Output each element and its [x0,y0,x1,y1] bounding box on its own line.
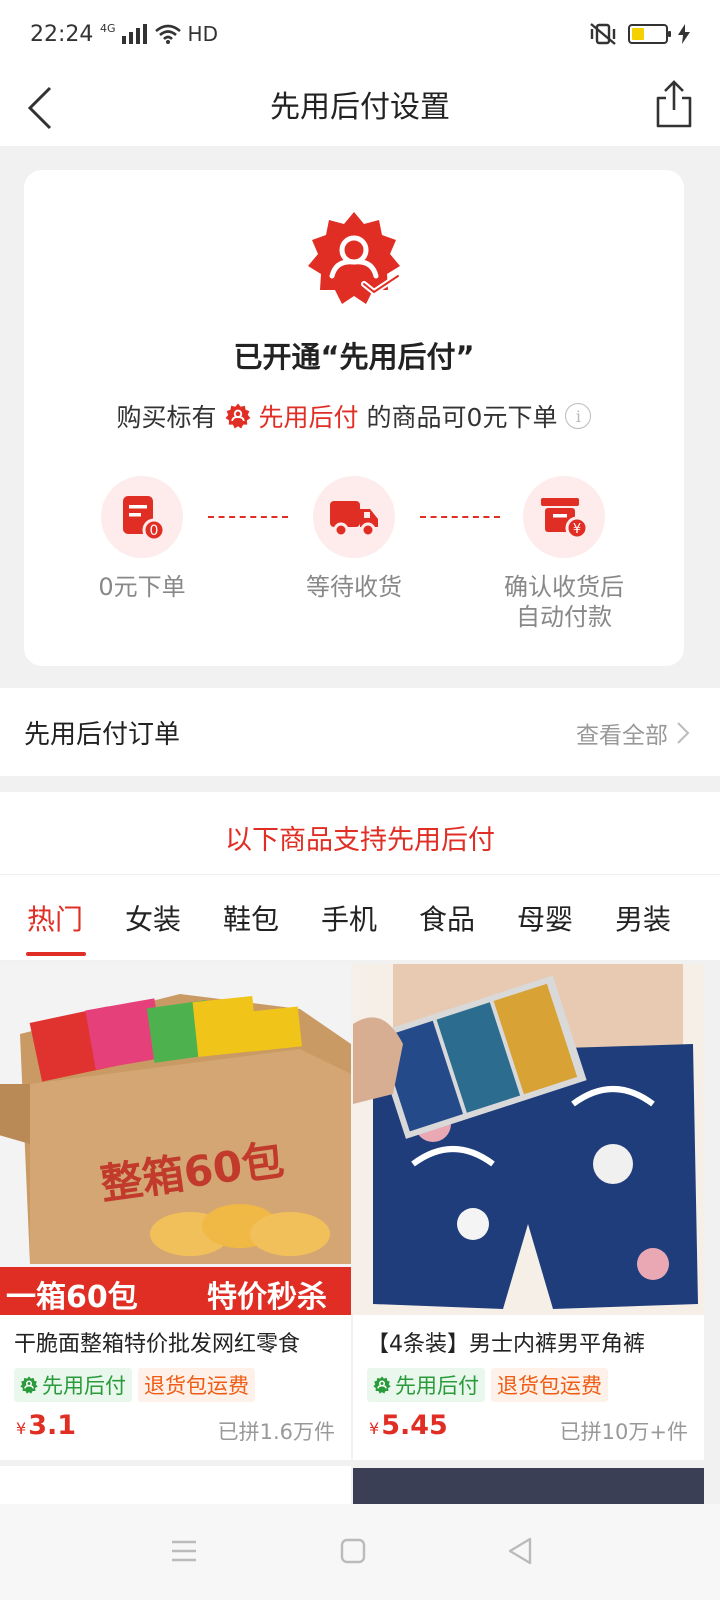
system-nav-bar [0,1504,720,1600]
document-zero-icon: 0 [123,496,166,542]
page-title: 先用后付设置 [270,90,450,125]
category-tabs: 热门 女装 鞋包 手机 食品 母婴 男装 [0,876,720,956]
tab-shoes-bags[interactable]: 鞋包 [223,898,279,938]
product-card-peek [0,1466,351,1506]
wallet-yen-icon: ¥ [541,498,589,540]
truck-icon [330,501,378,538]
pay-later-badge-icon [308,212,401,304]
supported-products-section: 以下商品支持先用后付 热门 女装 鞋包 手机 食品 母婴 男装 [0,792,720,960]
nav-header: 先用后付设置 [0,70,720,146]
orders-title: 先用后付订单 [24,720,181,750]
divider [0,874,720,875]
product-price: ¥5.45 [369,1410,448,1441]
next-products-peek [0,1466,720,1506]
tab-women[interactable]: 女装 [125,898,181,938]
product-name: 【4条装】男士内裤男平角裤 [367,1332,645,1357]
product-card-peek [353,1468,704,1506]
tab-phones[interactable]: 手机 [321,898,377,938]
banner-left-text: 一箱60包 [6,1280,138,1315]
view-all-label: 查看全部 [576,723,668,749]
back-nav-icon[interactable] [506,1536,534,1566]
status-time: 22:24 [30,22,94,47]
info-icon[interactable]: i [565,403,592,429]
steps-flow: 0 0元下单 等待收货 ¥ 确认收货后 自动付款 [24,476,684,636]
subtitle-prefix: 购买标有 [116,403,217,432]
product-card[interactable]: 整箱60包 一箱60包 特价秒杀 干脆面整箱特价批发网红零食 先用后付 退货包运… [0,964,351,1460]
pay-later-orders-row[interactable]: 先用后付订单 查看全部 [0,688,720,776]
product-grid: 整箱60包 一箱60包 特价秒杀 干脆面整箱特价批发网红零食 先用后付 退货包运… [0,964,720,1464]
product-name: 干脆面整箱特价批发网红零食 [14,1332,301,1357]
subtitle-highlight: 先用后付 [258,403,359,432]
network-label: 4G [100,21,116,35]
home-icon[interactable] [340,1538,366,1564]
product-image: 整箱60包 一箱60包 特价秒杀 [0,964,351,1315]
status-right [588,22,690,46]
status-bar: 22:24 4G HD [0,0,720,70]
step-pay-label-line2: 自动付款 [516,603,612,631]
product-tags: 先用后付 退货包运费 [14,1368,255,1402]
sold-count: 已拼10万+件 [559,1420,688,1444]
step-pay-circle: ¥ [523,476,605,558]
currency-symbol: ¥ [369,1419,380,1438]
share-icon[interactable] [652,76,696,132]
pay-later-tag-label: 先用后付 [395,1374,479,1398]
cell-signal-icon [121,24,147,44]
free-return-tag: 退货包运费 [138,1368,255,1402]
noodle-box-image: 整箱60包 [0,994,351,1315]
tab-food[interactable]: 食品 [419,898,475,938]
step-pay: ¥ 确认收货后 自动付款 [474,476,654,632]
pay-later-mini-icon [373,1376,391,1394]
step-order-circle: 0 [101,476,183,558]
price-value: 3.1 [28,1410,77,1441]
tab-hot[interactable]: 热门 [27,898,83,938]
card-subtitle: 购买标有 先用后付 的商品可0元下单 i [24,398,684,434]
pay-later-tag: 先用后付 [14,1368,132,1402]
active-tab-indicator [26,952,86,956]
section-title: 以下商品支持先用后付 [225,825,495,856]
pay-later-mini-icon [225,403,250,429]
banner-right-text: 特价秒杀 [207,1280,327,1315]
wifi-icon [154,24,181,44]
svg-text:0: 0 [150,523,159,539]
underwear-image [353,964,698,1309]
step-wait-circle [313,476,395,558]
view-all-link[interactable]: 查看全部 [576,716,690,750]
pay-later-tag: 先用后付 [367,1368,485,1402]
product-tags: 先用后付 退货包运费 [367,1368,608,1402]
product-price: ¥3.1 [16,1410,76,1441]
battery-icon [628,24,671,44]
signal-group: 4G HD [100,21,218,47]
status-card: 已开通“先用后付” 购买标有 先用后付 的商品可0元下单 i 0 0元下单 等待… [24,170,684,666]
step-wait-label: 等待收货 [306,573,402,601]
tab-baby[interactable]: 母婴 [517,898,573,938]
price-value: 5.45 [381,1410,448,1441]
card-title: 已开通“先用后付” [233,340,475,374]
step-wait: 等待收货 [264,476,444,602]
step-pay-label: 确认收货后 自动付款 [474,572,654,632]
step-pay-label-line1: 确认收货后 [504,573,624,601]
wifi-label: HD [187,22,218,46]
step-order-label: 0元下单 [98,573,186,601]
svg-text:¥: ¥ [573,522,581,537]
free-return-tag: 退货包运费 [491,1368,608,1402]
sold-count: 已拼1.6万件 [217,1420,335,1444]
step-order: 0 0元下单 [52,476,232,602]
vibrate-mute-icon [590,23,616,45]
pay-later-tag-label: 先用后付 [42,1374,126,1398]
menu-icon[interactable] [170,1538,198,1564]
product-image [353,964,704,1315]
chevron-right-icon [677,722,690,744]
charging-icon [678,24,690,44]
currency-symbol: ¥ [16,1419,27,1438]
tab-men[interactable]: 男装 [615,898,671,938]
product-card[interactable]: 【4条装】男士内裤男平角裤 先用后付 退货包运费 ¥5.45 已拼10万+件 [353,964,704,1460]
subtitle-suffix: 的商品可0元下单 [366,403,558,432]
pay-later-mini-icon [20,1376,38,1394]
